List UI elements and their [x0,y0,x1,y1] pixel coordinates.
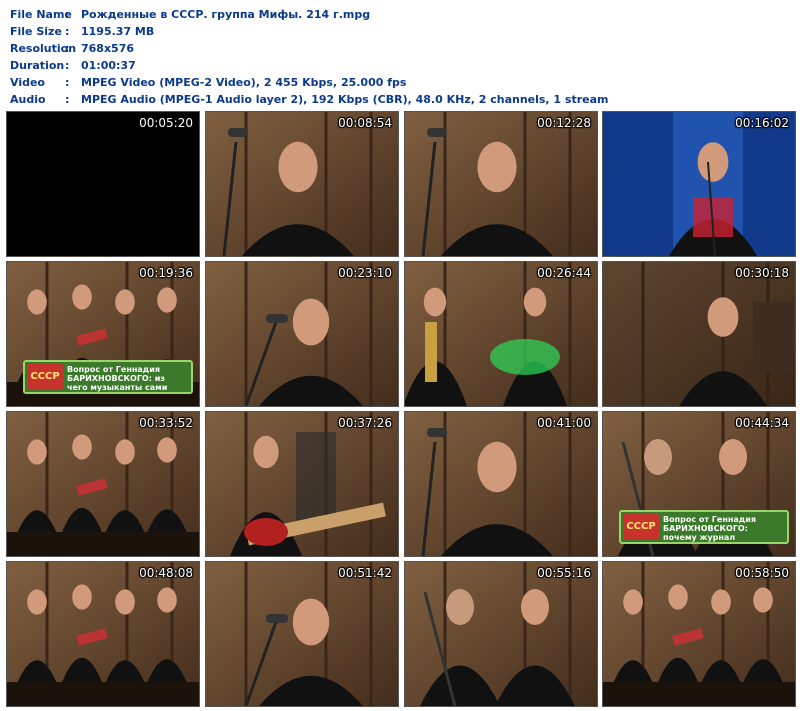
info-separator: : [65,8,70,21]
info-row: Video: MPEG Video (MPEG-2 Video), 2 455 K… [10,74,609,91]
video-thumbnail: 00:08:54 [205,111,399,257]
video-thumbnail: СССР Вопрос от Геннадия БАРИХНОВСКОГО: из… [6,261,200,407]
info-value: 01:00:37 [81,59,136,72]
thumbnail-grid: 00:05:20 00:08:54 00:12:28 00:16:02 СССР… [0,108,800,711]
info-key: Resolution [10,42,77,55]
ussr-logo: СССР [623,514,659,540]
video-thumbnail: 00:33:52 [6,411,200,557]
video-thumbnail: 00:48:08 [6,561,200,707]
timestamp-label: 00:44:34 [735,416,789,430]
info-value: 768x576 [81,42,135,55]
timestamp-label: 00:08:54 [338,116,392,130]
thumbnail-frame-image [405,412,597,556]
timestamp-label: 00:19:36 [139,266,193,280]
thumbnail-frame-image [603,562,795,706]
info-value: MPEG Video (MPEG-2 Video), 2 455 Kbps, 2… [81,76,407,89]
timestamp-label: 00:37:26 [338,416,392,430]
question-caption: СССР Вопрос от Геннадия БАРИХНОВСКОГО: по… [619,510,789,544]
video-thumbnail: 00:58:50 [602,561,796,707]
thumbnail-frame-image [603,112,795,256]
info-key: Duration [10,59,65,72]
thumbnail-frame-image [405,562,597,706]
timestamp-label: 00:26:44 [537,266,591,280]
video-thumbnail: 00:41:00 [404,411,598,557]
thumbnail-frame-image [405,112,597,256]
timestamp-label: 00:12:28 [537,116,591,130]
info-key: File Name [10,8,72,21]
video-thumbnail: 00:55:16 [404,561,598,707]
timestamp-label: 00:16:02 [735,116,789,130]
thumbnail-frame-image [7,412,199,556]
info-row: File Name: Рожденные в СССР. группа Мифы.… [10,6,609,23]
video-thumbnail: 00:26:44 [404,261,598,407]
info-value: MPEG Audio (MPEG-1 Audio layer 2), 192 K… [81,93,609,106]
timestamp-label: 00:48:08 [139,566,193,580]
info-key: Video [10,76,45,89]
info-key: Audio [10,93,46,106]
info-separator: : [65,76,70,89]
thumbnail-frame-image [206,112,398,256]
timestamp-label: 00:58:50 [735,566,789,580]
info-row: File Size:1195.37 MB [10,23,609,40]
caption-text: Вопрос от Геннадия БАРИХНОВСКОГО: из чег… [67,365,168,392]
info-value: 1195.37 MB [81,25,155,38]
thumbnail-frame-image [603,262,795,406]
timestamp-label: 00:41:00 [537,416,591,430]
info-separator: : [65,25,70,38]
video-thumbnail: 00:51:42 [205,561,399,707]
video-thumbnail: 00:37:26 [205,411,399,557]
caption-text: Вопрос от Геннадия БАРИХНОВСКОГО: почему… [663,515,756,542]
thumbnail-frame-image [405,262,597,406]
info-value: Рожденные в СССР. группа Мифы. 214 г.mpg [81,8,371,21]
info-separator: : [65,59,70,72]
video-thumbnail: 00:05:20 [6,111,200,257]
question-caption: СССР Вопрос от Геннадия БАРИХНОВСКОГО: из… [23,360,193,394]
file-info-panel: File Name: Рожденные в СССР. группа Мифы.… [10,6,609,108]
video-thumbnail: 00:23:10 [205,261,399,407]
thumbnail-frame-image [206,412,398,556]
timestamp-label: 00:05:20 [139,116,193,130]
thumbnail-frame-image [206,562,398,706]
thumbnail-frame-image [7,562,199,706]
timestamp-label: 00:33:52 [139,416,193,430]
info-row: Audio: MPEG Audio (MPEG-1 Audio layer 2),… [10,91,609,108]
timestamp-label: 00:23:10 [338,266,392,280]
video-thumbnail: СССР Вопрос от Геннадия БАРИХНОВСКОГО: по… [602,411,796,557]
info-separator: : [65,42,70,55]
info-row: Duration:01:00:37 [10,57,609,74]
video-thumbnail: 00:30:18 [602,261,796,407]
timestamp-label: 00:55:16 [537,566,591,580]
ussr-logo: СССР [27,364,63,390]
timestamp-label: 00:30:18 [735,266,789,280]
timestamp-label: 00:51:42 [338,566,392,580]
video-thumbnail: 00:12:28 [404,111,598,257]
info-key: File Size [10,25,62,38]
info-row: Resolution:768x576 [10,40,609,57]
info-separator: : [65,93,70,106]
video-thumbnail: 00:16:02 [602,111,796,257]
thumbnail-frame-image [7,112,199,256]
thumbnail-frame-image [206,262,398,406]
